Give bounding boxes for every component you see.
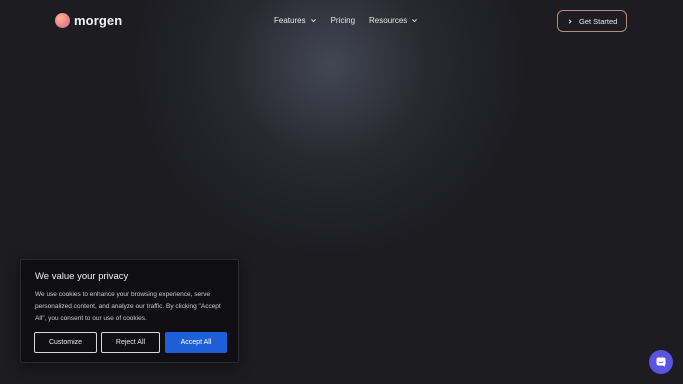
chat-launcher-button[interactable] xyxy=(649,350,673,374)
nav-item-resources-label: Resources xyxy=(369,16,408,25)
nav-item-resources[interactable]: Resources xyxy=(369,16,418,25)
brand-name: morgen xyxy=(74,13,123,28)
nav-item-features[interactable]: Features xyxy=(274,16,317,25)
main-menu: Features Pricing Resources xyxy=(274,16,418,25)
cookie-description: We use cookies to enhance your browsing … xyxy=(35,291,221,322)
customize-button[interactable]: Customize xyxy=(34,332,97,353)
chevron-down-icon xyxy=(412,19,418,23)
brand-logo[interactable]: morgen xyxy=(55,13,122,28)
nav-item-features-label: Features xyxy=(274,16,306,25)
chevron-right-icon xyxy=(568,18,572,24)
get-started-button[interactable]: Get Started xyxy=(557,10,627,32)
nav-item-pricing-label: Pricing xyxy=(330,16,356,25)
get-started-label: Get Started xyxy=(579,16,618,26)
reject-all-button[interactable]: Reject All xyxy=(101,332,160,353)
cookie-consent-banner: We value your privacy We use cookies to … xyxy=(20,259,239,363)
top-navigation: morgen Features Pricing Resources Get St… xyxy=(0,0,683,44)
chat-bubble-icon xyxy=(656,357,666,367)
nav-item-pricing[interactable]: Pricing xyxy=(331,16,355,25)
logo-mark-icon xyxy=(55,13,70,28)
cookie-title: We value your privacy xyxy=(35,271,129,282)
accept-all-button[interactable]: Accept All xyxy=(165,332,227,353)
chevron-down-icon xyxy=(310,19,316,23)
